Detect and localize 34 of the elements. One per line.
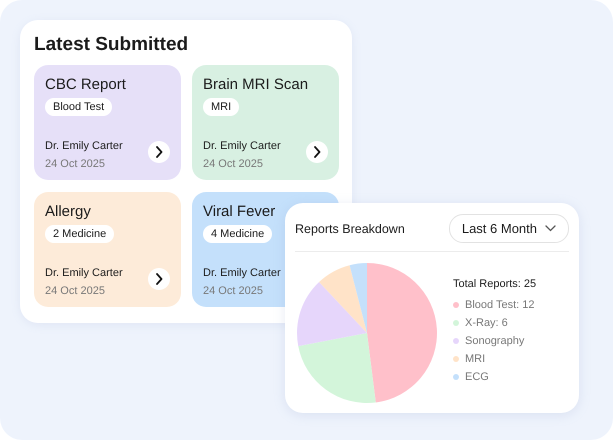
chevron-right-icon [155,273,163,285]
doctor-name: Dr. Emily Carter [45,140,123,152]
chevron-right-icon [155,146,163,158]
report-tag: 2 Medicine [45,225,114,243]
report-date: 24 Oct 2025 [45,285,106,297]
doctor-name: Dr. Emily Carter [45,267,123,279]
chevron-right-icon [313,146,321,158]
report-title: CBC Report [45,76,127,93]
period-dropdown[interactable]: Last 6 Month [448,214,569,243]
legend-label: X-Ray: 6 [465,316,508,328]
report-tag: MRI [203,98,240,116]
report-card[interactable]: Allergy 2 Medicine Dr. Emily Carter 24 Oct 2025 [34,192,181,307]
doctor-name: Dr. Emily Carter [203,140,281,152]
legend-label: MRI [465,352,486,364]
report-card[interactable]: Brain MRI Scan MRI Dr. Emily Carter 24 Oct 2025 [192,65,339,180]
report-title: Brain MRI Scan [203,76,310,93]
total-reports: Total Reports: 25 [453,278,536,290]
report-tag: 4 Medicine [203,225,272,243]
legend-label: ECG [465,370,489,382]
legend-label: Sonography [465,334,524,346]
doctor-name: Dr. Emily Carter [203,267,281,279]
report-title: Viral Fever [203,203,276,220]
report-card[interactable]: CBC Report Blood Test Dr. Emily Carter 24 Oct 2025 [34,65,181,180]
card-title: Latest Submitted [34,34,190,56]
report-date: 24 Oct 2025 [45,158,106,170]
report-date: 24 Oct 2025 [203,285,264,297]
open-button[interactable] [148,141,170,163]
open-button[interactable] [148,268,170,290]
chevron-down-icon [545,225,556,232]
open-button[interactable] [306,141,328,163]
report-tag: Blood Test [45,98,112,116]
legend-label: Blood Test: 12 [465,298,535,310]
report-date: 24 Oct 2025 [203,158,264,170]
report-title: Allergy [45,203,92,220]
